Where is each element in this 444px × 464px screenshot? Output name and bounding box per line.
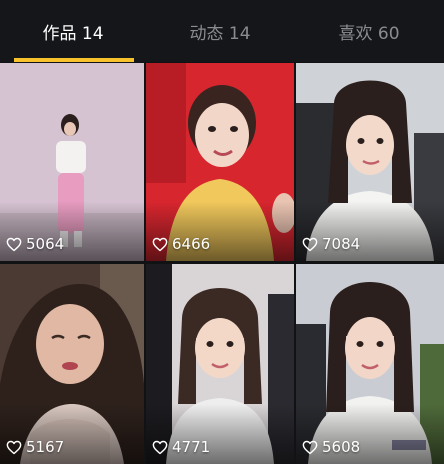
- like-count: 5608: [302, 438, 360, 456]
- video-thumbnail[interactable]: 5167: [0, 264, 144, 464]
- tab-likes[interactable]: 喜欢 60: [294, 0, 444, 62]
- video-thumbnail[interactable]: 6466: [146, 63, 294, 261]
- tab-posts[interactable]: 动态 14: [146, 0, 294, 62]
- like-count-value: 5064: [26, 235, 65, 253]
- heart-outline-icon: [302, 440, 318, 454]
- like-count-value: 6466: [172, 235, 211, 253]
- video-thumbnail[interactable]: 4771: [146, 264, 294, 464]
- heart-outline-icon: [152, 440, 168, 454]
- like-count: 7084: [302, 235, 360, 253]
- like-count-value: 5608: [322, 438, 361, 456]
- active-tab-indicator: [14, 58, 134, 62]
- like-count-value: 4771: [172, 438, 211, 456]
- like-count-value: 5167: [26, 438, 65, 456]
- video-thumbnail[interactable]: 5064: [0, 63, 144, 261]
- heart-outline-icon: [6, 440, 22, 454]
- profile-video-page: 作品 14 动态 14 喜欢 60 5064 6466 7084 5167 47…: [0, 0, 444, 464]
- video-thumbnail[interactable]: 7084: [296, 63, 444, 261]
- video-thumbnail[interactable]: 5608: [296, 264, 444, 464]
- like-count: 4771: [152, 438, 210, 456]
- like-count: 5167: [6, 438, 64, 456]
- video-grid: 5064 6466 7084 5167 4771 5608: [0, 63, 444, 464]
- tab-works[interactable]: 作品 14: [0, 0, 146, 62]
- tab-bar: 作品 14 动态 14 喜欢 60: [0, 0, 444, 62]
- heart-outline-icon: [152, 237, 168, 251]
- heart-outline-icon: [6, 237, 22, 251]
- like-count: 6466: [152, 235, 210, 253]
- like-count-value: 7084: [322, 235, 361, 253]
- like-count: 5064: [6, 235, 64, 253]
- heart-outline-icon: [302, 237, 318, 251]
